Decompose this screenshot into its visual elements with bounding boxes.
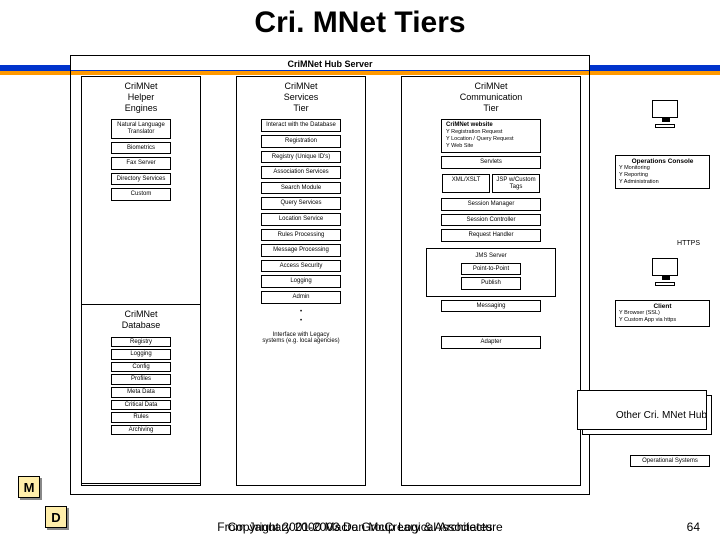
svc-sec: Access Security [261,260,341,273]
other-hub-box: Other Cri. MNet Hub [582,395,712,435]
communication-tier-column: CriMNet Communication Tier CriMNet websi… [401,76,581,486]
ops-title: Operations Console [619,158,706,165]
box-directory: Directory Services [111,173,171,186]
db-rules: Rules [111,412,171,423]
client-bullets: Y Browser (SSL) Y Custom App via https [619,310,706,324]
svc-dot2: • [261,316,341,327]
svc-legacy: Interface with Legacy systems (e.g. loca… [261,330,341,347]
svc-query: Query Services [261,197,341,210]
cb1: Y Custom App via https [619,317,706,324]
website-title: CriMNet website [446,122,536,129]
hub-server-container: CriMNet Hub Server CriMNet Helper Engine… [70,55,590,495]
svc-log: Logging [261,275,341,288]
footer-source: From January 2000 Macro Group Logical Ar… [0,520,720,534]
messaging-box: Messaging [441,300,541,313]
client-box: Client Y Browser (SSL) Y Custom App via … [615,300,710,327]
wb1: Y Location / Query Request [446,136,536,143]
website-box: CriMNet website Y Registration Request Y… [441,119,541,153]
db-registry: Registry [111,337,171,348]
client-title: Client [619,303,706,310]
svc-assoc: Association Services [261,166,341,179]
m-badge: M [18,476,40,498]
col1-title: CriMNet Helper Engines [82,81,200,113]
svc-db: Interact with the Database [261,119,341,132]
db-meta: Meta Data [111,387,171,398]
cb0: Y Browser (SSL) [619,310,706,317]
xml-box: XML/XSLT [442,174,490,193]
db-archiving: Archiving [111,425,171,436]
jms-server: JMS Server Point-to-Point Publish [426,248,556,297]
db-title: CriMNet Database [82,309,200,331]
database-column: CriMNet Database Registry Logging Config… [81,304,201,484]
box-fax: Fax Server [111,157,171,170]
box-nlt: Natural Language Translator [111,119,171,138]
other-hub-label: Other Cri. MNet Hub [616,410,707,421]
computer-icon-bottom [645,258,685,288]
svc-admin: Admin [261,291,341,304]
svc-msg: Message Processing [261,244,341,257]
db-logging: Logging [111,349,171,360]
ob0: Y Monitoring [619,165,706,172]
session-mgr: Session Manager [441,198,541,211]
adapter-box: Adapter [441,336,541,349]
publish-box: Publish [461,277,521,290]
https-label: HTTPS [677,240,700,247]
xml-jsp-row: XML/XSLT JSP w/Custom Tags [402,172,580,195]
box-biometrics: Biometrics [111,142,171,155]
wb0: Y Registration Request [446,129,536,136]
servlets-box: Servlets [441,156,541,169]
website-bullets: Y Registration Request Y Location / Quer… [446,129,536,150]
request-handler: Request Handler [441,229,541,242]
col2-title: CriMNet Services Tier [237,81,365,113]
operational-systems-box: Operational Systems [630,455,710,467]
wb2: Y Web Site [446,143,536,150]
box-custom: Custom [111,188,171,201]
db-critical: Critical Data [111,400,171,411]
footer-page: 64 [687,520,700,534]
footer: Copyright 2001-2003 Dan McCreary & Assoc… [0,520,720,534]
session-ctrl: Session Controller [441,214,541,227]
operations-console-box: Operations Console Y Monitoring Y Report… [615,155,710,189]
col3-title: CriMNet Communication Tier [402,81,580,113]
jms-label: JMS Server [431,253,551,260]
ops-bullets: Y Monitoring Y Reporting Y Administratio… [619,165,706,186]
page-title: Cri. MNet Tiers [0,0,720,44]
db-config: Config [111,362,171,373]
svc-loc: Location Service [261,213,341,226]
computer-icon-top [645,100,685,130]
p2p-box: Point-to-Point [461,263,521,276]
ob2: Y Administration [619,179,706,186]
svc-rules: Rules Processing [261,229,341,242]
hub-server-label: CriMNet Hub Server [71,58,589,70]
svc-reg: Registration [261,135,341,148]
jsp-box: JSP w/Custom Tags [492,174,540,193]
services-tier-column: CriMNet Services Tier Interact with the … [236,76,366,486]
svc-search: Search Module [261,182,341,195]
svc-registry: Registry (Unique ID's) [261,151,341,164]
ob1: Y Reporting [619,172,706,179]
db-profiles: Profiles [111,374,171,385]
